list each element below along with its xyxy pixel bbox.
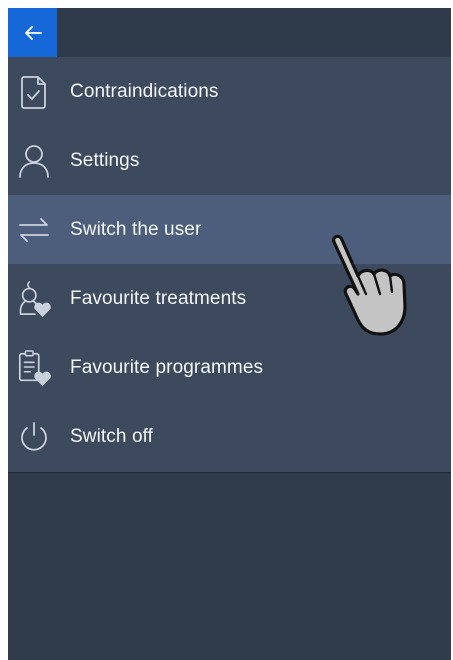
menu-item-settings[interactable]: Settings — [8, 126, 451, 195]
hand-pointer-icon — [332, 234, 407, 336]
arrow-left-icon — [24, 25, 42, 40]
menu-item-label: Switch the user — [70, 218, 202, 240]
menu-item-label: Contraindications — [70, 80, 219, 102]
clipboard-heart-icon — [16, 349, 52, 386]
menu-item-contraindications[interactable]: Contraindications — [8, 57, 451, 126]
switch-arrows-icon — [16, 212, 52, 248]
menu-item-label: Settings — [70, 149, 140, 171]
document-check-icon — [16, 74, 52, 110]
treatment-heart-icon — [16, 280, 52, 317]
top-bar — [8, 8, 451, 57]
user-icon — [16, 143, 52, 179]
menu-item-favourite-programmes[interactable]: Favourite programmes — [8, 333, 451, 402]
power-icon — [16, 419, 52, 455]
menu-item-label: Favourite treatments — [70, 287, 247, 309]
menu-item-label: Switch off — [70, 425, 154, 447]
menu-item-label: Favourite programmes — [70, 356, 264, 378]
back-button[interactable] — [8, 8, 57, 57]
menu-item-switch-off[interactable]: Switch off — [8, 402, 451, 471]
